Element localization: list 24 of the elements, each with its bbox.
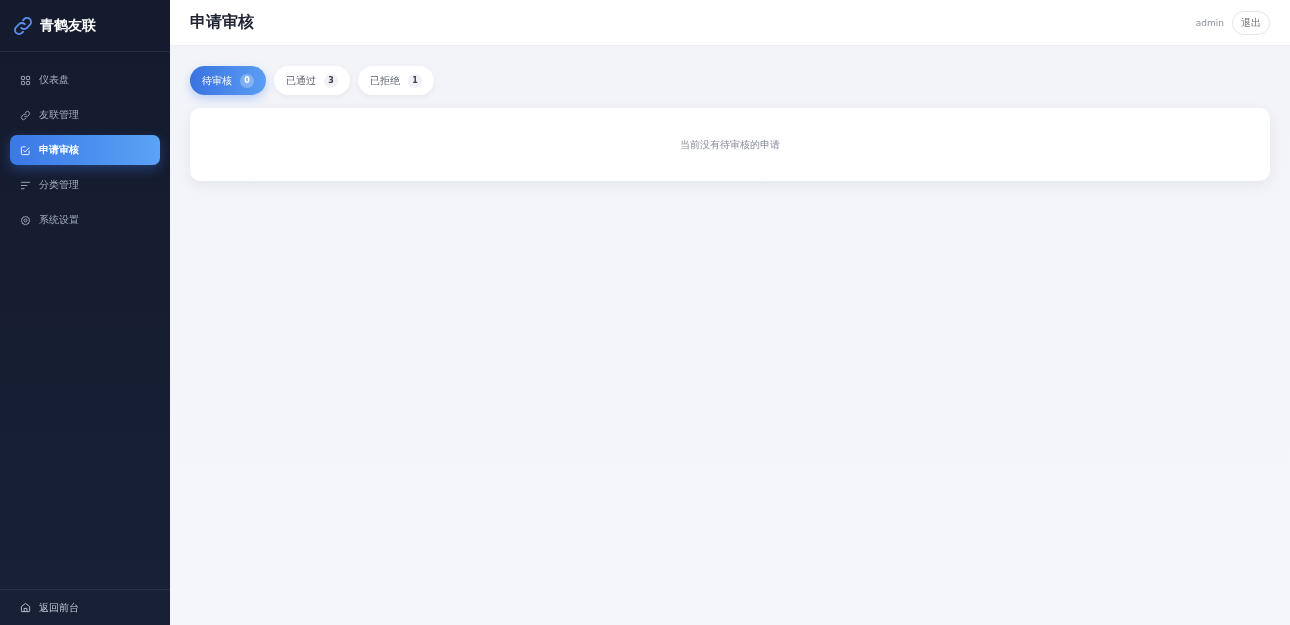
page-title: 申请审核 <box>190 12 254 33</box>
sidebar-item[interactable]: 友联管理 <box>10 100 160 130</box>
status-tab[interactable]: 已拒绝 1 <box>358 66 434 95</box>
count-badge: 0 <box>240 73 254 88</box>
link-icon <box>20 109 31 121</box>
sidebar-item[interactable]: 申请审核 <box>10 135 160 165</box>
empty-message: 当前没有待审核的申请 <box>680 137 780 152</box>
sidebar-item[interactable]: 分类管理 <box>10 170 160 200</box>
gear-icon <box>20 214 31 226</box>
logout-button[interactable]: 退出 <box>1232 10 1270 35</box>
grid-icon <box>20 74 31 86</box>
sidebar-item[interactable]: 仪表盘 <box>10 65 160 95</box>
back-to-site-link[interactable]: 返回前台 <box>20 600 79 615</box>
username: admin <box>1195 17 1224 28</box>
count-badge: 3 <box>324 73 338 88</box>
list-icon <box>20 179 31 191</box>
count-badge: 1 <box>408 73 422 88</box>
status-tab[interactable]: 待审核 0 <box>190 66 266 95</box>
status-tab[interactable]: 已通过 3 <box>274 66 350 95</box>
sidebar-item[interactable]: 系统设置 <box>10 205 160 235</box>
edit-icon <box>20 144 31 156</box>
link-icon <box>14 16 32 35</box>
brand-name: 青鹤友联 <box>40 16 96 35</box>
home-icon <box>20 602 31 613</box>
